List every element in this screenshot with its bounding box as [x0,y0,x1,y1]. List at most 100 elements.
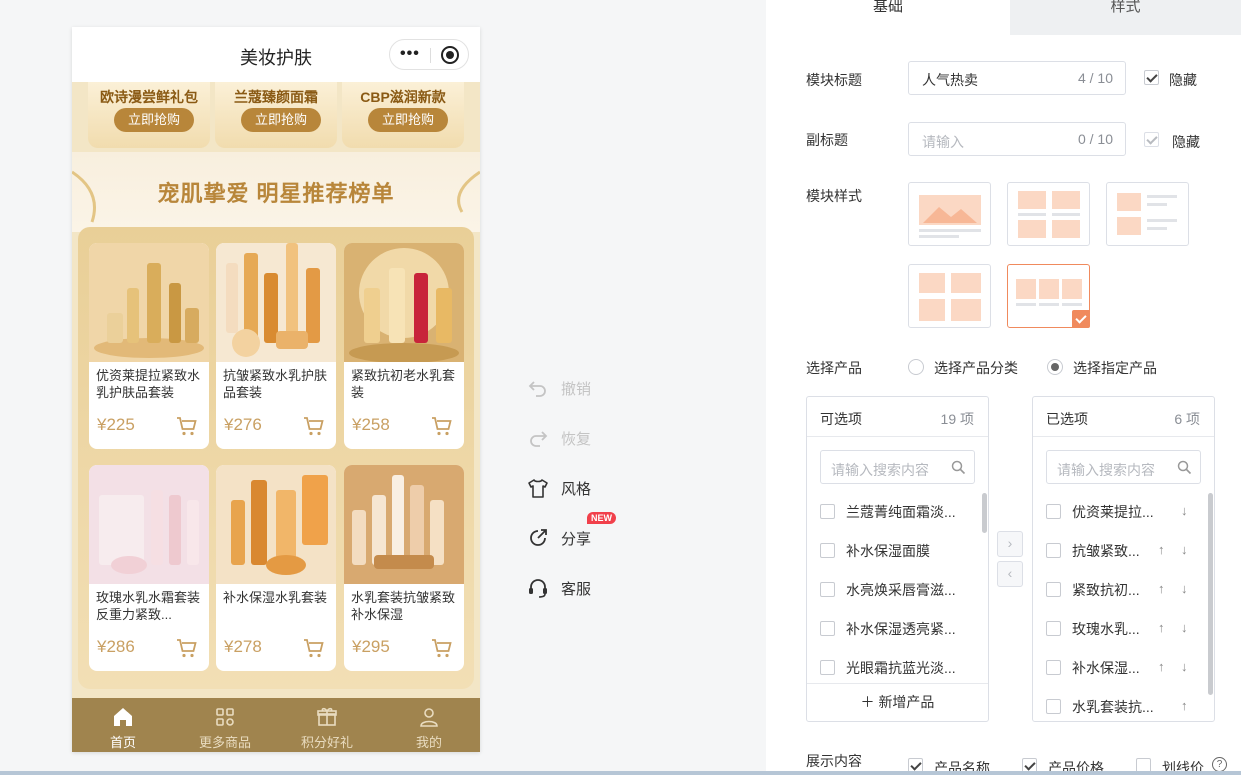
redo-button[interactable]: 恢复 [527,425,647,451]
selected-item[interactable]: 水乳套装抗... ↑ [1033,688,1214,721]
item-label: 水亮焕采唇膏滋... [846,582,956,598]
available-item[interactable]: 水亮焕采唇膏滋... [807,571,988,610]
tab-home[interactable]: 首页 [72,698,174,752]
available-item[interactable]: 补水保湿面膜 [807,532,988,571]
product-card[interactable]: 优资莱提拉紧致水乳护肤品套装 ¥225 [89,243,209,449]
item-checkbox[interactable] [1046,621,1061,636]
chevron-right-icon: › [1007,535,1013,551]
more-dots-icon[interactable]: ••• [400,45,420,63]
item-checkbox[interactable] [1046,543,1061,558]
buy-now-button[interactable]: 立即抢购 [114,108,194,132]
radio-specific-product-label: 选择指定产品 [1073,360,1157,376]
product-name: 抗皱紧致水乳护肤品套装 [223,368,328,400]
style-option-list[interactable] [1106,182,1189,246]
close-target-icon[interactable] [441,46,459,64]
product-price: ¥295 [352,637,390,656]
move-down-icon[interactable]: ↓ [1181,542,1188,557]
selected-item[interactable]: 补水保湿... ↑ ↓ [1033,649,1214,688]
move-up-icon[interactable]: ↑ [1158,620,1165,635]
style-option-three-column[interactable] [1007,264,1090,328]
selected-scrollbar[interactable] [1208,493,1213,695]
share-button[interactable]: 分享 NEW [527,512,647,551]
move-left-button[interactable]: ‹ [997,561,1023,587]
capsule-menu[interactable]: ••• [389,39,469,70]
promo-card[interactable]: 欧诗漫尝鲜礼包 立即抢购 [88,82,210,148]
move-right-button[interactable]: › [997,531,1023,557]
available-scrollbar[interactable] [982,493,987,533]
product-card[interactable]: 紧致抗初老水乳套装 ¥258 [344,243,464,449]
move-down-icon[interactable]: ↓ [1181,581,1188,596]
move-up-icon[interactable]: ↑ [1158,659,1165,674]
share-icon [530,529,547,546]
move-down-icon[interactable]: ↓ [1181,659,1188,674]
tab-basic[interactable]: 基础 [766,0,1010,35]
hide-title-checkbox[interactable] [1144,70,1159,85]
move-down-icon[interactable]: ↓ [1181,620,1188,635]
selected-item[interactable]: 抗皱紧致... ↑ ↓ [1033,532,1214,571]
module-title-input[interactable]: 人气热卖 4 / 10 [908,61,1126,95]
add-product-button[interactable]: ＋ 新增产品 [807,683,988,721]
move-up-icon[interactable]: ↑ [1181,698,1188,713]
tab-style[interactable]: 样式 [1010,0,1241,35]
cart-icon[interactable] [302,414,326,438]
product-card[interactable]: 抗皱紧致水乳护肤品套装 ¥276 [216,243,336,449]
product-image [89,465,209,584]
item-checkbox[interactable] [1046,582,1061,597]
tab-mine[interactable]: 我的 [378,698,480,752]
product-name: 紧致抗初老水乳套装 [351,368,456,400]
tab-more-products[interactable]: 更多商品 [174,698,276,752]
tab-points-gifts[interactable]: 积分好礼 [276,698,378,752]
item-checkbox[interactable] [820,504,835,519]
selected-item[interactable]: 紧致抗初... ↑ ↓ [1033,571,1214,610]
item-checkbox[interactable] [1046,699,1061,714]
style-option-mixed[interactable] [908,264,991,328]
product-price: ¥258 [352,415,390,434]
item-checkbox[interactable] [820,543,835,558]
cart-icon[interactable] [430,414,454,438]
move-down-icon[interactable]: ↓ [1181,503,1188,518]
selected-item[interactable]: 优资莱提拉... ↓ [1033,493,1214,532]
radio-specific-product[interactable] [1047,359,1063,375]
item-checkbox[interactable] [1046,660,1061,675]
style-option-large[interactable] [908,182,991,246]
available-item[interactable]: 补水保湿透亮紧... [807,610,988,649]
hide-subtitle-checkbox[interactable] [1144,132,1159,147]
available-search-placeholder: 请输入搜索内容 [831,462,929,478]
available-search-input[interactable]: 请输入搜索内容 [820,450,975,484]
cart-icon[interactable] [302,636,326,660]
item-checkbox[interactable] [820,660,835,675]
selected-item[interactable]: 玫瑰水乳... ↑ ↓ [1033,610,1214,649]
promo-card[interactable]: CBP滋润新款 立即抢购 [342,82,464,148]
product-image [344,243,464,362]
product-card[interactable]: 玫瑰水乳水霜套装反重力紧致... ¥286 [89,465,209,671]
subtitle-input[interactable]: 请输入 0 / 10 [908,122,1126,156]
product-card[interactable]: 水乳套装抗皱紧致补水保湿 ¥295 [344,465,464,671]
buy-now-button[interactable]: 立即抢购 [241,108,321,132]
selected-search-input[interactable]: 请输入搜索内容 [1046,450,1201,484]
style-option-two-column[interactable] [1007,182,1090,246]
cart-icon[interactable] [175,414,199,438]
settings-panel: 基础 样式 模块标题 人气热卖 4 / 10 隐藏 副标题 请输入 0 / 10… [766,0,1241,775]
move-up-icon[interactable]: ↑ [1158,542,1165,557]
help-icon[interactable]: ? [1212,757,1227,772]
layout-large-icon [919,195,981,238]
item-checkbox[interactable] [820,621,835,636]
move-up-icon[interactable]: ↑ [1158,581,1165,596]
cart-icon[interactable] [430,636,454,660]
radio-product-category[interactable] [908,359,924,375]
item-checkbox[interactable] [1046,504,1061,519]
capsule-divider [430,48,431,63]
promo-card[interactable]: 兰蔻臻颜面霜 立即抢购 [215,82,337,148]
style-button[interactable]: 风格 [527,475,647,501]
customer-service-button[interactable]: 客服 [527,575,647,601]
product-name: 水乳套装抗皱紧致补水保湿 [351,590,456,622]
layout-list-icon [1117,193,1177,235]
available-item[interactable]: 兰蔻菁纯面霜淡... [807,493,988,532]
item-checkbox[interactable] [820,582,835,597]
hide-title-label: 隐藏 [1169,72,1197,88]
product-card[interactable]: 补水保湿水乳套装 ¥278 [216,465,336,671]
add-product-label: 新增产品 [878,694,935,710]
undo-button[interactable]: 撤销 [527,375,647,401]
buy-now-button[interactable]: 立即抢购 [368,108,448,132]
cart-icon[interactable] [175,636,199,660]
